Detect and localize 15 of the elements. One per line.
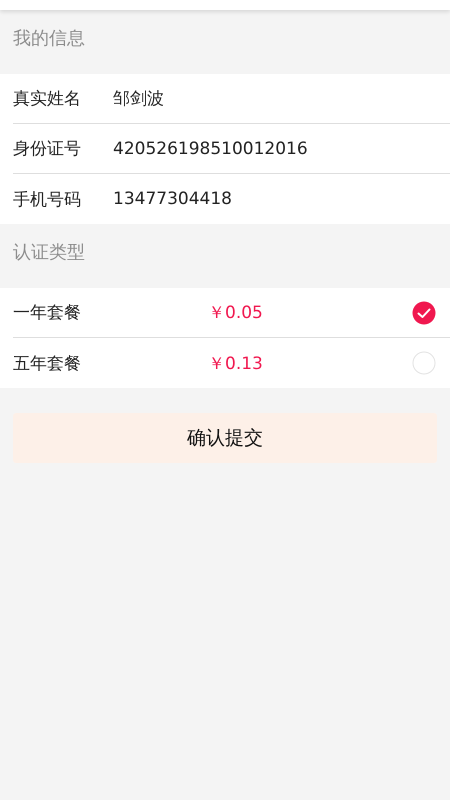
section-title: 我的信息 — [13, 28, 85, 49]
plan-price: ￥0.13 — [208, 352, 264, 374]
checked-radio-icon[interactable] — [412, 300, 436, 324]
field-value: 13477304418 — [113, 189, 233, 209]
section-title: 认证类型 — [13, 242, 85, 263]
field-label: 手机号码 — [13, 188, 82, 210]
field-label: 真实姓名 — [13, 88, 82, 110]
field-value: 邹剑波 — [113, 88, 165, 110]
submit-button[interactable]: 确认提交 — [13, 413, 437, 463]
field-label: 身份证号 — [13, 138, 82, 160]
plan-price: ￥0.05 — [208, 302, 264, 324]
plan-name: 五年套餐 — [13, 352, 82, 374]
field-value: 420526198510012016 — [113, 138, 309, 158]
plan-name: 一年套餐 — [13, 302, 82, 324]
radio-icon[interactable] — [412, 351, 436, 375]
